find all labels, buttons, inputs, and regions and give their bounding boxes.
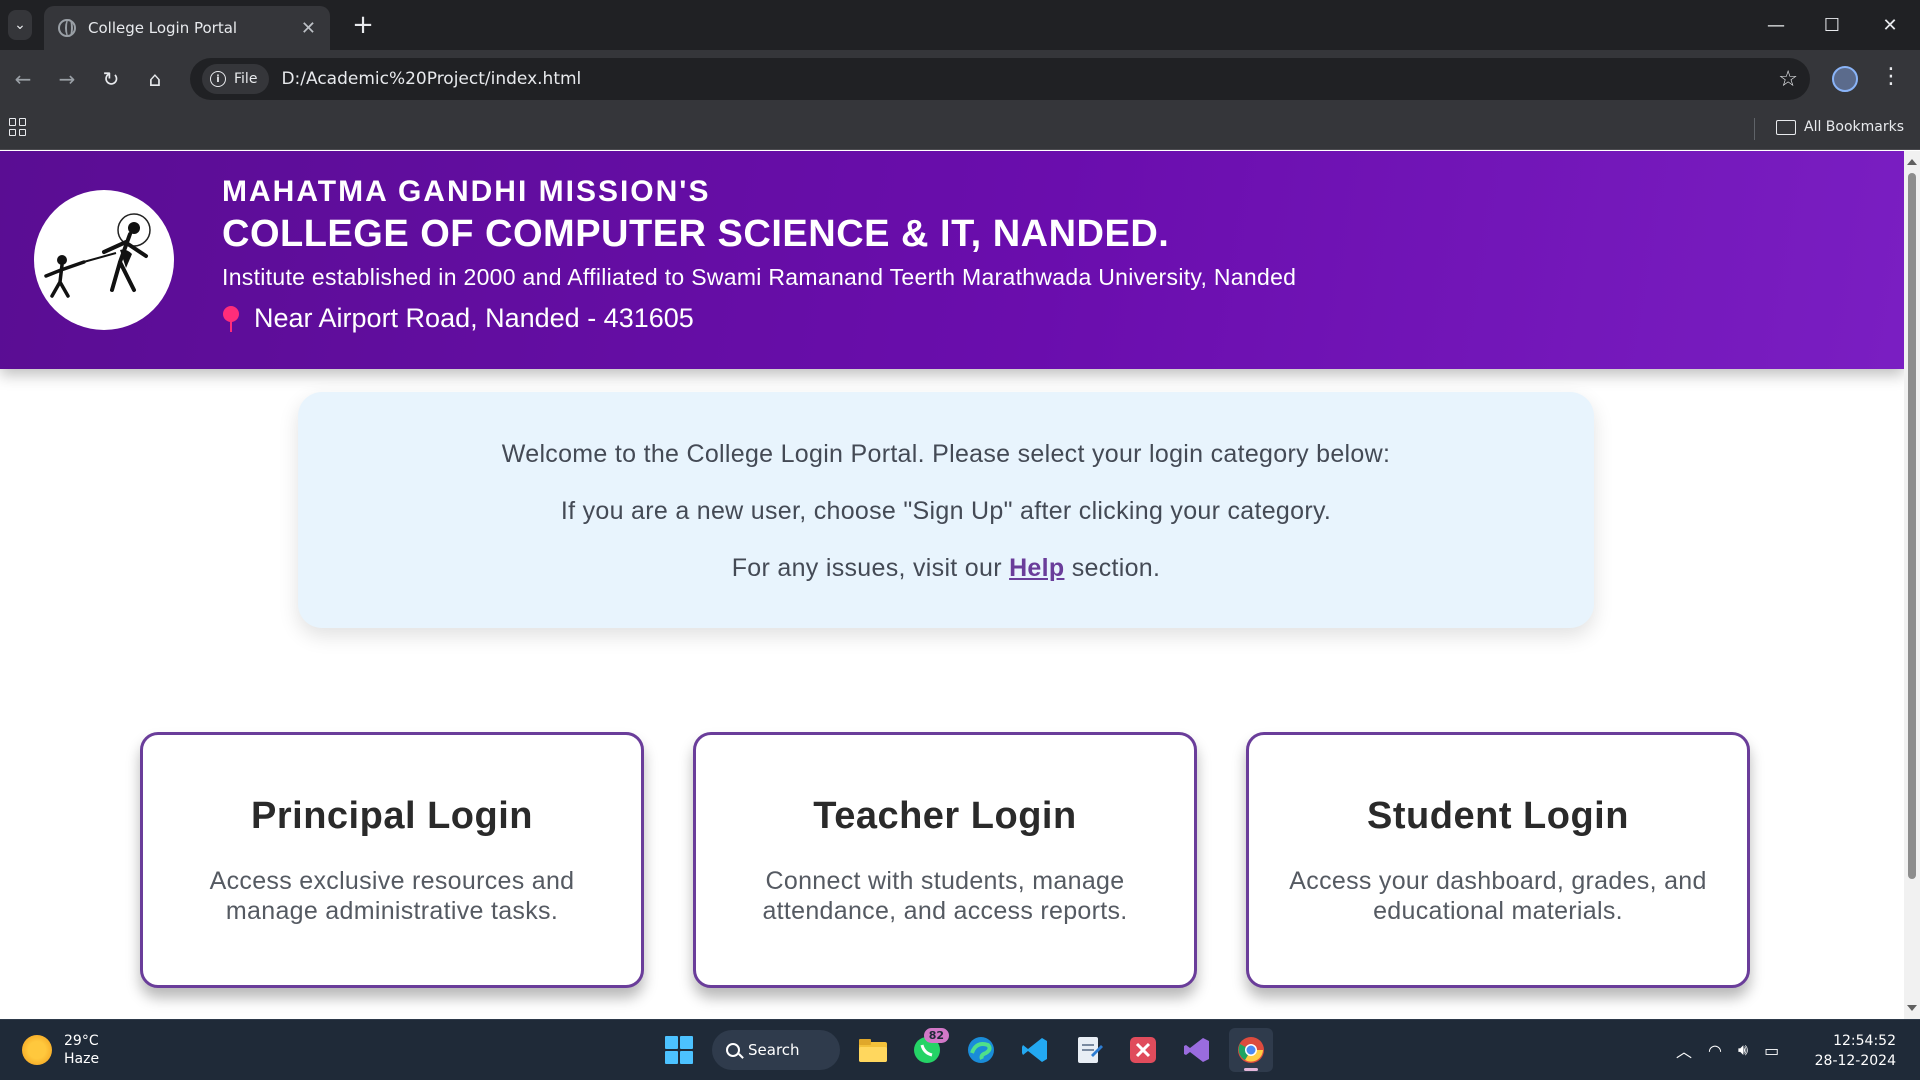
taskbar-search[interactable]: Search (712, 1030, 840, 1070)
reload-icon[interactable]: ↻ (96, 64, 126, 94)
help-link[interactable]: Help (1009, 554, 1064, 582)
welcome-line: Welcome to the College Login Portal. Ple… (501, 440, 1391, 468)
help-line: For any issues, visit our Help section. (298, 554, 1594, 583)
url-text[interactable]: D:/Academic%20Project/index.html (281, 69, 1778, 89)
start-button[interactable] (657, 1028, 701, 1072)
sun-haze-icon (22, 1035, 52, 1066)
welcome-panel: Welcome to the College Login Portal. Ple… (298, 392, 1594, 628)
edge-browser-icon[interactable] (959, 1028, 1003, 1072)
menu-kebab-icon[interactable]: ⋮ (1880, 64, 1902, 89)
header-text: MAHATMA GANDHI MISSION'S COLLEGE OF COMP… (222, 175, 1296, 334)
forward-arrow-icon[interactable]: → (52, 64, 82, 94)
windows-logo-icon (665, 1036, 693, 1064)
snipping-tool-icon[interactable] (1121, 1028, 1165, 1072)
weather-desc: Haze (64, 1051, 100, 1068)
card-title: Student Login (1367, 795, 1629, 837)
close-window-button[interactable]: ✕ (1870, 10, 1910, 40)
minimize-button[interactable]: — (1756, 10, 1796, 40)
site-header: MAHATMA GANDHI MISSION'S COLLEGE OF COMP… (0, 151, 1904, 369)
clock-time: 12:54:52 (1833, 1033, 1896, 1049)
browser-tab[interactable]: College Login Portal ✕ (44, 6, 330, 50)
college-name: COLLEGE OF COMPUTER SCIENCE & IT, NANDED… (222, 213, 1170, 255)
tab-search-button[interactable]: ⌄ (8, 10, 32, 40)
card-description: Access exclusive resources and manage ad… (209, 867, 575, 925)
teacher-login-card[interactable]: Teacher Login Connect with students, man… (693, 732, 1197, 988)
folder-icon (1776, 119, 1796, 135)
maximize-button[interactable]: ☐ (1812, 10, 1852, 40)
new-tab-button[interactable]: + (348, 10, 378, 40)
back-arrow-icon[interactable]: ← (8, 64, 38, 94)
address-line: Near Airport Road, Nanded - 431605 (222, 303, 1296, 334)
weather-temp: 29°C (64, 1033, 99, 1049)
volume-icon[interactable]: 🔊︎ (1738, 1040, 1748, 1060)
card-description: Access your dashboard, grades, and educa… (1289, 867, 1707, 925)
taskbar-apps: Search 82 (652, 1028, 1278, 1072)
location-pin-icon (222, 304, 240, 334)
scroll-up-arrow[interactable] (1907, 159, 1917, 165)
tray-overflow-chevron-icon[interactable]: ︿ (1676, 1038, 1692, 1062)
page-viewport: MAHATMA GANDHI MISSION'S COLLEGE OF COMP… (0, 151, 1904, 1019)
all-bookmarks-label: All Bookmarks (1804, 119, 1905, 135)
card-title: Teacher Login (813, 795, 1077, 837)
profile-avatar[interactable] (1832, 66, 1858, 92)
search-icon (726, 1043, 740, 1057)
weather-widget[interactable]: 29°C Haze (22, 1032, 99, 1068)
whatsapp-icon[interactable]: 82 (905, 1028, 949, 1072)
principal-login-card[interactable]: Principal Login Access exclusive resourc… (140, 732, 644, 988)
battery-icon[interactable]: ▭ (1764, 1041, 1779, 1060)
bookmark-star-icon[interactable]: ☆ (1778, 67, 1798, 92)
affiliation-text: Institute established in 2000 and Affili… (222, 264, 1297, 290)
college-logo (34, 190, 174, 330)
file-explorer-icon[interactable] (851, 1028, 895, 1072)
browser-toolbar: ← → ↻ ⌂ i File D:/Academic%20Project/ind… (0, 50, 1920, 108)
mission-name: MAHATMA GANDHI MISSION'S (222, 175, 711, 208)
bookmarks-divider (1754, 118, 1755, 140)
notification-badge: 82 (923, 1028, 949, 1043)
tab-title: College Login Portal (88, 19, 238, 37)
student-login-card[interactable]: Student Login Access your dashboard, gra… (1246, 732, 1750, 988)
system-tray: ︿ ◠ 🔊︎ ▭ (1676, 1038, 1779, 1062)
bookmarks-bar: All Bookmarks (0, 108, 1920, 150)
site-info-chip[interactable]: i File (202, 64, 270, 94)
scroll-thumb[interactable] (1908, 173, 1916, 879)
card-title: Principal Login (251, 795, 533, 837)
notepad-icon[interactable] (1067, 1028, 1111, 1072)
vscode-icon[interactable] (1013, 1028, 1057, 1072)
all-bookmarks-button[interactable]: All Bookmarks (1776, 119, 1904, 135)
chrome-icon[interactable] (1229, 1028, 1273, 1072)
wifi-icon[interactable]: ◠ (1708, 1041, 1722, 1060)
visual-studio-icon[interactable] (1175, 1028, 1219, 1072)
home-icon[interactable]: ⌂ (140, 64, 170, 94)
tab-close-icon[interactable]: ✕ (301, 18, 316, 39)
scroll-down-arrow[interactable] (1907, 1005, 1917, 1011)
help-line-suffix: section. (1064, 554, 1161, 582)
help-line-prefix: For any issues, visit our (731, 554, 1010, 582)
site-info-label: File (234, 71, 258, 87)
address-text: Near Airport Road, Nanded - 431605 (254, 303, 694, 333)
taskbar-clock[interactable]: 12:54:52 28-12-2024 (1815, 1031, 1896, 1072)
page-scrollbar[interactable] (1904, 151, 1920, 1019)
taskbar-search-label: Search (748, 1041, 800, 1059)
card-description: Connect with students, manage attendance… (762, 867, 1128, 925)
globe-icon (58, 19, 76, 37)
signup-hint: If you are a new user, choose "Sign Up" … (560, 497, 1332, 525)
info-icon: i (210, 71, 226, 87)
browser-tabstrip: ⌄ College Login Portal ✕ + — ☐ ✕ (0, 0, 1920, 50)
apps-grid-icon[interactable] (9, 118, 27, 136)
address-bar[interactable]: i File D:/Academic%20Project/index.html … (190, 58, 1810, 100)
windows-taskbar: 29°C Haze Search 82 ︿ ◠ 🔊︎ ▭ 12:54:52 28… (0, 1019, 1920, 1080)
clock-date: 28-12-2024 (1814, 1053, 1896, 1070)
